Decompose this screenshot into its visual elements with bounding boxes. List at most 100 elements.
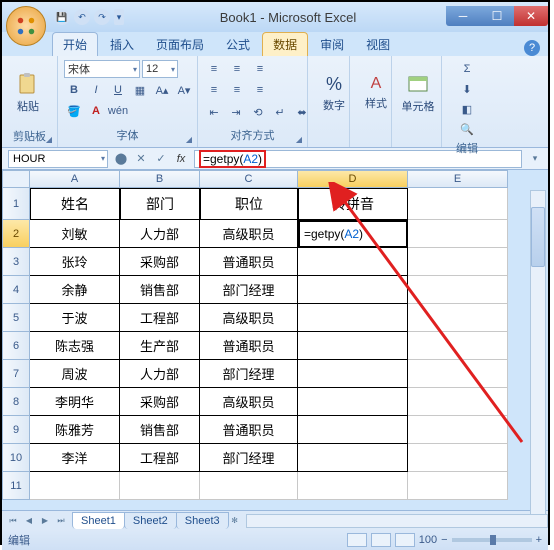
cell[interactable]: 部门经理 xyxy=(200,360,298,388)
cell[interactable]: 周波 xyxy=(30,360,120,388)
col-header-D[interactable]: D xyxy=(298,170,408,188)
cell[interactable]: 刘敏 xyxy=(30,220,120,248)
align-center-icon[interactable]: ≡ xyxy=(227,81,247,99)
align-top-icon[interactable]: ≡ xyxy=(204,60,224,78)
cells-button[interactable]: 单元格 xyxy=(398,60,438,126)
cell[interactable]: 张玲 xyxy=(30,248,120,276)
enter-formula-icon[interactable]: ✓ xyxy=(152,151,170,167)
sheet-tab-1[interactable]: Sheet1 xyxy=(72,512,125,529)
expand-namebox-icon[interactable]: ⬤ xyxy=(112,151,130,167)
align-bottom-icon[interactable]: ≡ xyxy=(250,60,270,78)
align-left-icon[interactable]: ≡ xyxy=(204,81,224,99)
row-header-11[interactable]: 11 xyxy=(2,472,30,500)
maximize-button[interactable]: ☐ xyxy=(480,6,514,26)
cell[interactable] xyxy=(408,248,508,276)
cell[interactable]: 余静 xyxy=(30,276,120,304)
redo-icon[interactable]: ↷ xyxy=(94,9,110,25)
sort-filter-icon[interactable]: 🔍 xyxy=(457,120,477,138)
row-header-9[interactable]: 9 xyxy=(2,416,30,444)
fill-color-button[interactable]: 🪣 xyxy=(64,102,84,120)
next-sheet-icon[interactable]: ▶ xyxy=(38,514,52,528)
number-format-button[interactable]: % 数字 xyxy=(314,60,354,126)
cell[interactable]: 采购部 xyxy=(120,248,200,276)
cancel-formula-icon[interactable]: ✕ xyxy=(132,151,150,167)
horizontal-scrollbar[interactable] xyxy=(246,514,548,528)
row-header-3[interactable]: 3 xyxy=(2,248,30,276)
cell[interactable]: 工程部 xyxy=(120,304,200,332)
undo-icon[interactable]: ↶ xyxy=(74,9,90,25)
cell[interactable]: 于波 xyxy=(30,304,120,332)
phonetic-button[interactable]: wén xyxy=(108,102,128,120)
col-header-E[interactable]: E xyxy=(408,170,508,188)
bold-button[interactable]: B xyxy=(64,81,84,99)
row-header-10[interactable]: 10 xyxy=(2,444,30,472)
header-cell[interactable]: 职位 xyxy=(200,188,298,220)
tab-pagelayout[interactable]: 页面布局 xyxy=(146,33,214,56)
pagelayout-view-icon[interactable] xyxy=(371,533,391,547)
tab-home[interactable]: 开始 xyxy=(52,32,98,56)
tab-formulas[interactable]: 公式 xyxy=(216,33,260,56)
cell[interactable]: 采购部 xyxy=(120,388,200,416)
cell[interactable]: 陈雅芳 xyxy=(30,416,120,444)
paste-button[interactable]: 粘贴 xyxy=(8,60,48,126)
cell[interactable] xyxy=(298,304,408,332)
cell[interactable] xyxy=(408,188,508,220)
office-button[interactable] xyxy=(6,6,46,46)
clear-icon[interactable]: ◧ xyxy=(457,100,477,118)
row-header-7[interactable]: 7 xyxy=(2,360,30,388)
cell[interactable] xyxy=(120,472,200,500)
decrease-indent-icon[interactable]: ⇤ xyxy=(204,103,224,121)
cell[interactable] xyxy=(408,388,508,416)
cell[interactable] xyxy=(298,360,408,388)
sheet-tab-3[interactable]: Sheet3 xyxy=(176,512,229,529)
row-header-8[interactable]: 8 xyxy=(2,388,30,416)
cell[interactable]: 销售部 xyxy=(120,416,200,444)
cell[interactable]: 部门经理 xyxy=(200,444,298,472)
wrap-text-icon[interactable]: ↵ xyxy=(270,103,290,121)
zoom-out-icon[interactable]: − xyxy=(441,534,447,546)
cell[interactable] xyxy=(30,472,120,500)
tab-view[interactable]: 视图 xyxy=(356,33,400,56)
tab-review[interactable]: 审阅 xyxy=(310,33,354,56)
row-header-5[interactable]: 5 xyxy=(2,304,30,332)
close-button[interactable]: ✕ xyxy=(514,6,548,26)
cell[interactable] xyxy=(298,388,408,416)
grow-font-icon[interactable]: A▴ xyxy=(152,81,172,99)
cell[interactable]: 李明华 xyxy=(30,388,120,416)
orientation-icon[interactable]: ⟲ xyxy=(248,103,268,121)
cell[interactable]: 高级职员 xyxy=(200,388,298,416)
col-header-A[interactable]: A xyxy=(30,170,120,188)
col-header-B[interactable]: B xyxy=(120,170,200,188)
vertical-scrollbar[interactable] xyxy=(530,190,546,528)
cell[interactable]: 销售部 xyxy=(120,276,200,304)
cell[interactable] xyxy=(298,332,408,360)
styles-button[interactable]: A 样式 xyxy=(356,60,396,126)
cell[interactable]: 高级职员 xyxy=(200,220,298,248)
font-color-button[interactable]: A xyxy=(86,102,106,120)
cell[interactable]: 工程部 xyxy=(120,444,200,472)
cell[interactable]: 生产部 xyxy=(120,332,200,360)
row-header-4[interactable]: 4 xyxy=(2,276,30,304)
alignment-launcher-icon[interactable]: ◢ xyxy=(293,133,305,145)
font-name-combo[interactable]: 宋体 xyxy=(64,60,140,78)
cell[interactable] xyxy=(298,276,408,304)
tab-data[interactable]: 数据 xyxy=(262,32,308,56)
zoom-in-icon[interactable]: + xyxy=(536,534,542,546)
autosum-icon[interactable]: Σ xyxy=(457,60,477,78)
cell[interactable]: 人力部 xyxy=(120,220,200,248)
pagebreak-view-icon[interactable] xyxy=(395,533,415,547)
help-icon[interactable]: ? xyxy=(524,40,540,56)
cell[interactable] xyxy=(408,220,508,248)
cell[interactable]: 普通职员 xyxy=(200,332,298,360)
clipboard-launcher-icon[interactable]: ◢ xyxy=(43,133,55,145)
cell[interactable] xyxy=(298,444,408,472)
cell[interactable] xyxy=(408,416,508,444)
zoom-slider[interactable] xyxy=(452,538,532,542)
cell[interactable]: 部门经理 xyxy=(200,276,298,304)
cell[interactable] xyxy=(408,304,508,332)
tab-insert[interactable]: 插入 xyxy=(100,33,144,56)
save-icon[interactable]: 💾 xyxy=(54,9,70,25)
cell[interactable]: 人力部 xyxy=(120,360,200,388)
col-header-C[interactable]: C xyxy=(200,170,298,188)
sheet-tab-2[interactable]: Sheet2 xyxy=(124,512,177,529)
